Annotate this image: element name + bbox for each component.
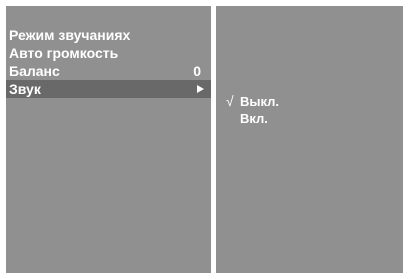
sound-menu-list: Режим звучаниях Авто громкость Баланс 0 …: [6, 26, 211, 98]
option-off[interactable]: √ Выкл.: [226, 92, 279, 110]
menu-item-auto-volume[interactable]: Авто громкость: [6, 44, 211, 62]
balance-value: 0: [193, 63, 201, 79]
right-triangle-icon: [197, 85, 204, 93]
menu-item-label: Режим звучаниях: [9, 27, 131, 43]
sound-menu-panel: Режим звучаниях Авто громкость Баланс 0 …: [6, 6, 211, 273]
menu-item-label: Баланс: [9, 63, 60, 79]
menu-item-label: Авто громкость: [9, 45, 119, 61]
tv-menu-screen: Режим звучаниях Авто громкость Баланс 0 …: [0, 0, 408, 279]
option-label: Выкл.: [240, 94, 280, 109]
menu-item-balance[interactable]: Баланс 0: [6, 62, 211, 80]
menu-item-sound[interactable]: Звук: [6, 80, 211, 98]
menu-item-label: Звук: [9, 81, 41, 97]
submenu-panel: [216, 6, 403, 273]
menu-item-sound-mode[interactable]: Режим звучаниях: [6, 26, 211, 44]
checkmark-icon: √: [226, 93, 234, 109]
sound-options-list: √ Выкл. Вкл.: [226, 92, 279, 128]
option-on[interactable]: Вкл.: [226, 110, 279, 128]
option-label: Вкл.: [240, 111, 268, 126]
